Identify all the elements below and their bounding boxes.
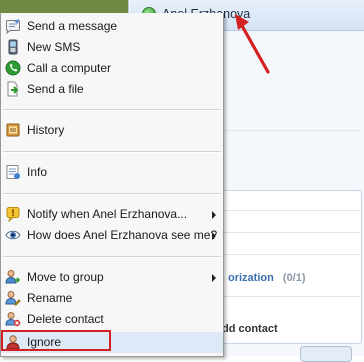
menu-item-send-file[interactable]: Send a file	[1, 79, 223, 100]
menu-item-notify[interactable]: Notify when Anel Erzhanova...	[1, 204, 223, 225]
menu-separator	[3, 256, 221, 258]
history-icon	[5, 122, 21, 138]
delete-contact-icon	[5, 311, 21, 327]
contact-context-menu: Send a message New SMS Call a computer S…	[0, 13, 224, 357]
menu-item-rename[interactable]: Rename	[1, 288, 223, 309]
menu-item-call-computer[interactable]: Call a computer	[1, 58, 223, 79]
add-contact-button[interactable]: dd contact	[222, 323, 278, 335]
notify-icon	[5, 206, 21, 222]
menu-item-info[interactable]: Info	[1, 162, 223, 183]
authorization-label: orization	[228, 272, 274, 284]
menu-item-send-message[interactable]: Send a message	[1, 16, 223, 37]
message-icon	[5, 18, 21, 34]
menu-item-label: Rename	[27, 291, 73, 305]
eye-icon	[5, 227, 21, 243]
menu-item-label: Send a file	[27, 82, 84, 96]
pointer-arrow-icon	[235, 14, 270, 74]
authorization-count: (0/1)	[282, 272, 306, 284]
bottom-button[interactable]	[300, 346, 352, 362]
menu-item-label: History	[27, 123, 65, 137]
menu-separator	[3, 151, 221, 153]
highlight-box	[1, 330, 111, 351]
info-icon	[5, 164, 21, 180]
menu-separator	[3, 193, 221, 195]
move-group-icon	[5, 269, 21, 285]
call-icon	[5, 60, 21, 76]
sms-phone-icon	[5, 39, 21, 55]
menu-item-history[interactable]: History	[1, 120, 223, 141]
menu-item-new-sms[interactable]: New SMS	[1, 37, 223, 58]
menu-item-label: Info	[27, 165, 48, 179]
authorization-section[interactable]: orization (0/1)	[228, 272, 306, 284]
submenu-arrow-icon	[212, 232, 216, 240]
menu-item-label: Call a computer	[27, 61, 112, 75]
submenu-arrow-icon	[212, 274, 216, 282]
menu-item-delete-contact[interactable]: Delete contact	[1, 309, 223, 330]
rename-icon	[5, 290, 21, 306]
menu-separator	[3, 109, 221, 111]
menu-item-label: Send a message	[27, 19, 118, 33]
menu-item-move-group[interactable]: Move to group	[1, 267, 223, 288]
menu-item-label: Delete contact	[27, 312, 104, 326]
menu-item-label: Move to group	[27, 270, 104, 284]
file-send-icon	[5, 81, 21, 97]
menu-item-visibility[interactable]: How does Anel Erzhanova see me?	[1, 225, 223, 246]
submenu-arrow-icon	[212, 211, 216, 219]
menu-item-label: How does Anel Erzhanova see me?	[27, 228, 218, 242]
menu-item-label: Notify when Anel Erzhanova...	[27, 207, 188, 221]
menu-item-label: New SMS	[27, 40, 81, 54]
